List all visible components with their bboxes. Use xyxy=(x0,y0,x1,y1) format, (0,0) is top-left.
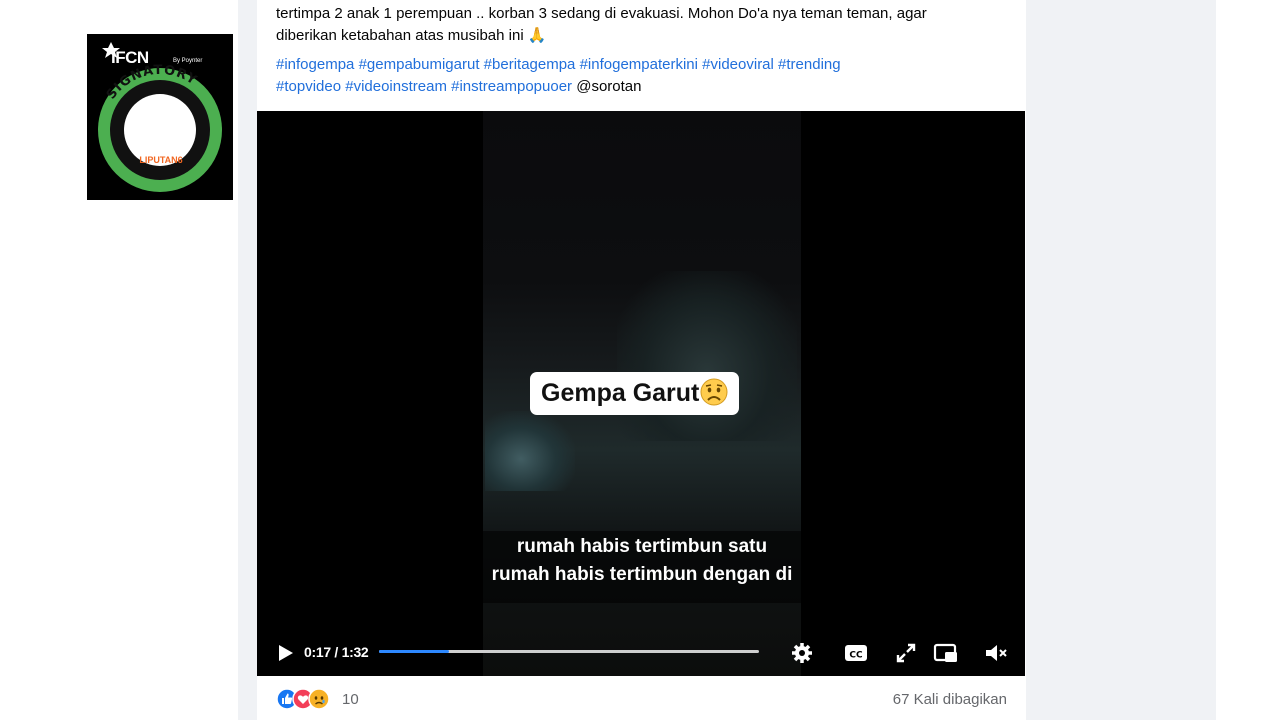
hashtag-link[interactable]: #instreampopuoer xyxy=(451,78,572,95)
subtitle-line: rumah habis tertimbun dengan di xyxy=(491,564,793,585)
video-progress-bar[interactable] xyxy=(379,650,759,653)
hashtag-link[interactable]: #topvideo xyxy=(276,78,341,95)
svg-text:CC: CC xyxy=(849,651,863,661)
settings-gear-icon[interactable] xyxy=(789,641,815,665)
video-controls: 0:17 / 1:32 CC xyxy=(257,631,1025,676)
sad-face-icon xyxy=(700,378,728,406)
subtitle-line: rumah habis tertimbun satu xyxy=(516,536,768,557)
video-scene xyxy=(617,271,797,441)
hashtag-list: #infogempa #gempabumigarut #beritagempa … xyxy=(276,54,1016,98)
video-time: 0:17 / 1:32 xyxy=(304,644,369,660)
badge-sub-brand: By Poynter xyxy=(173,58,203,64)
reaction-count: 10 xyxy=(342,691,359,708)
mention-link[interactable]: @sorotan xyxy=(576,78,641,95)
play-icon[interactable] xyxy=(273,641,299,665)
video-player[interactable]: Gempa Garut rumah habis tertimbun satu r… xyxy=(257,111,1025,676)
video-scene xyxy=(485,411,575,491)
volume-muted-icon[interactable] xyxy=(983,641,1009,665)
ifcn-signatory-badge: SIGNATORY IFCN By Poynter LIPUTAN6 xyxy=(87,34,233,200)
video-title-overlay: Gempa Garut xyxy=(530,372,740,415)
right-background xyxy=(1216,0,1280,720)
share-count-link[interactable]: 67 Kali dibagikan xyxy=(893,691,1007,708)
hashtag-link[interactable]: #infogempaterkini xyxy=(580,56,698,73)
video-progress-fill xyxy=(379,650,450,653)
folded-hands-icon: 🙏 xyxy=(527,27,547,44)
sad-icon xyxy=(308,688,330,710)
hashtag-link[interactable]: #trending xyxy=(778,56,841,73)
video-subtitles: rumah habis tertimbun satu rumah habis t… xyxy=(483,531,801,603)
picture-in-picture-icon[interactable] xyxy=(933,641,959,665)
badge-brand: IFCN xyxy=(111,48,149,67)
post-text-line: tertimpa 2 anak 1 perempuan .. korban 3 … xyxy=(276,5,927,22)
post-text: tertimpa 2 anak 1 perempuan .. korban 3 … xyxy=(276,3,1016,47)
post-text-line: diberikan ketabahan atas musibah ini 🙏 xyxy=(276,27,547,44)
hashtag-link[interactable]: #infogempa xyxy=(276,56,354,73)
badge-ring-icon: SIGNATORY xyxy=(98,42,222,192)
hashtag-link[interactable]: #gempabumigarut xyxy=(359,56,480,73)
video-title-text: Gempa Garut xyxy=(541,379,700,407)
liputan6-logo: LIPUTAN6 xyxy=(139,155,183,165)
hashtag-link[interactable]: #beritagempa xyxy=(484,56,576,73)
fullscreen-icon[interactable] xyxy=(893,641,919,665)
hashtag-link[interactable]: #videoviral xyxy=(702,56,774,73)
closed-captions-icon[interactable]: CC xyxy=(843,641,869,665)
hashtag-link[interactable]: #videoinstream xyxy=(345,78,447,95)
